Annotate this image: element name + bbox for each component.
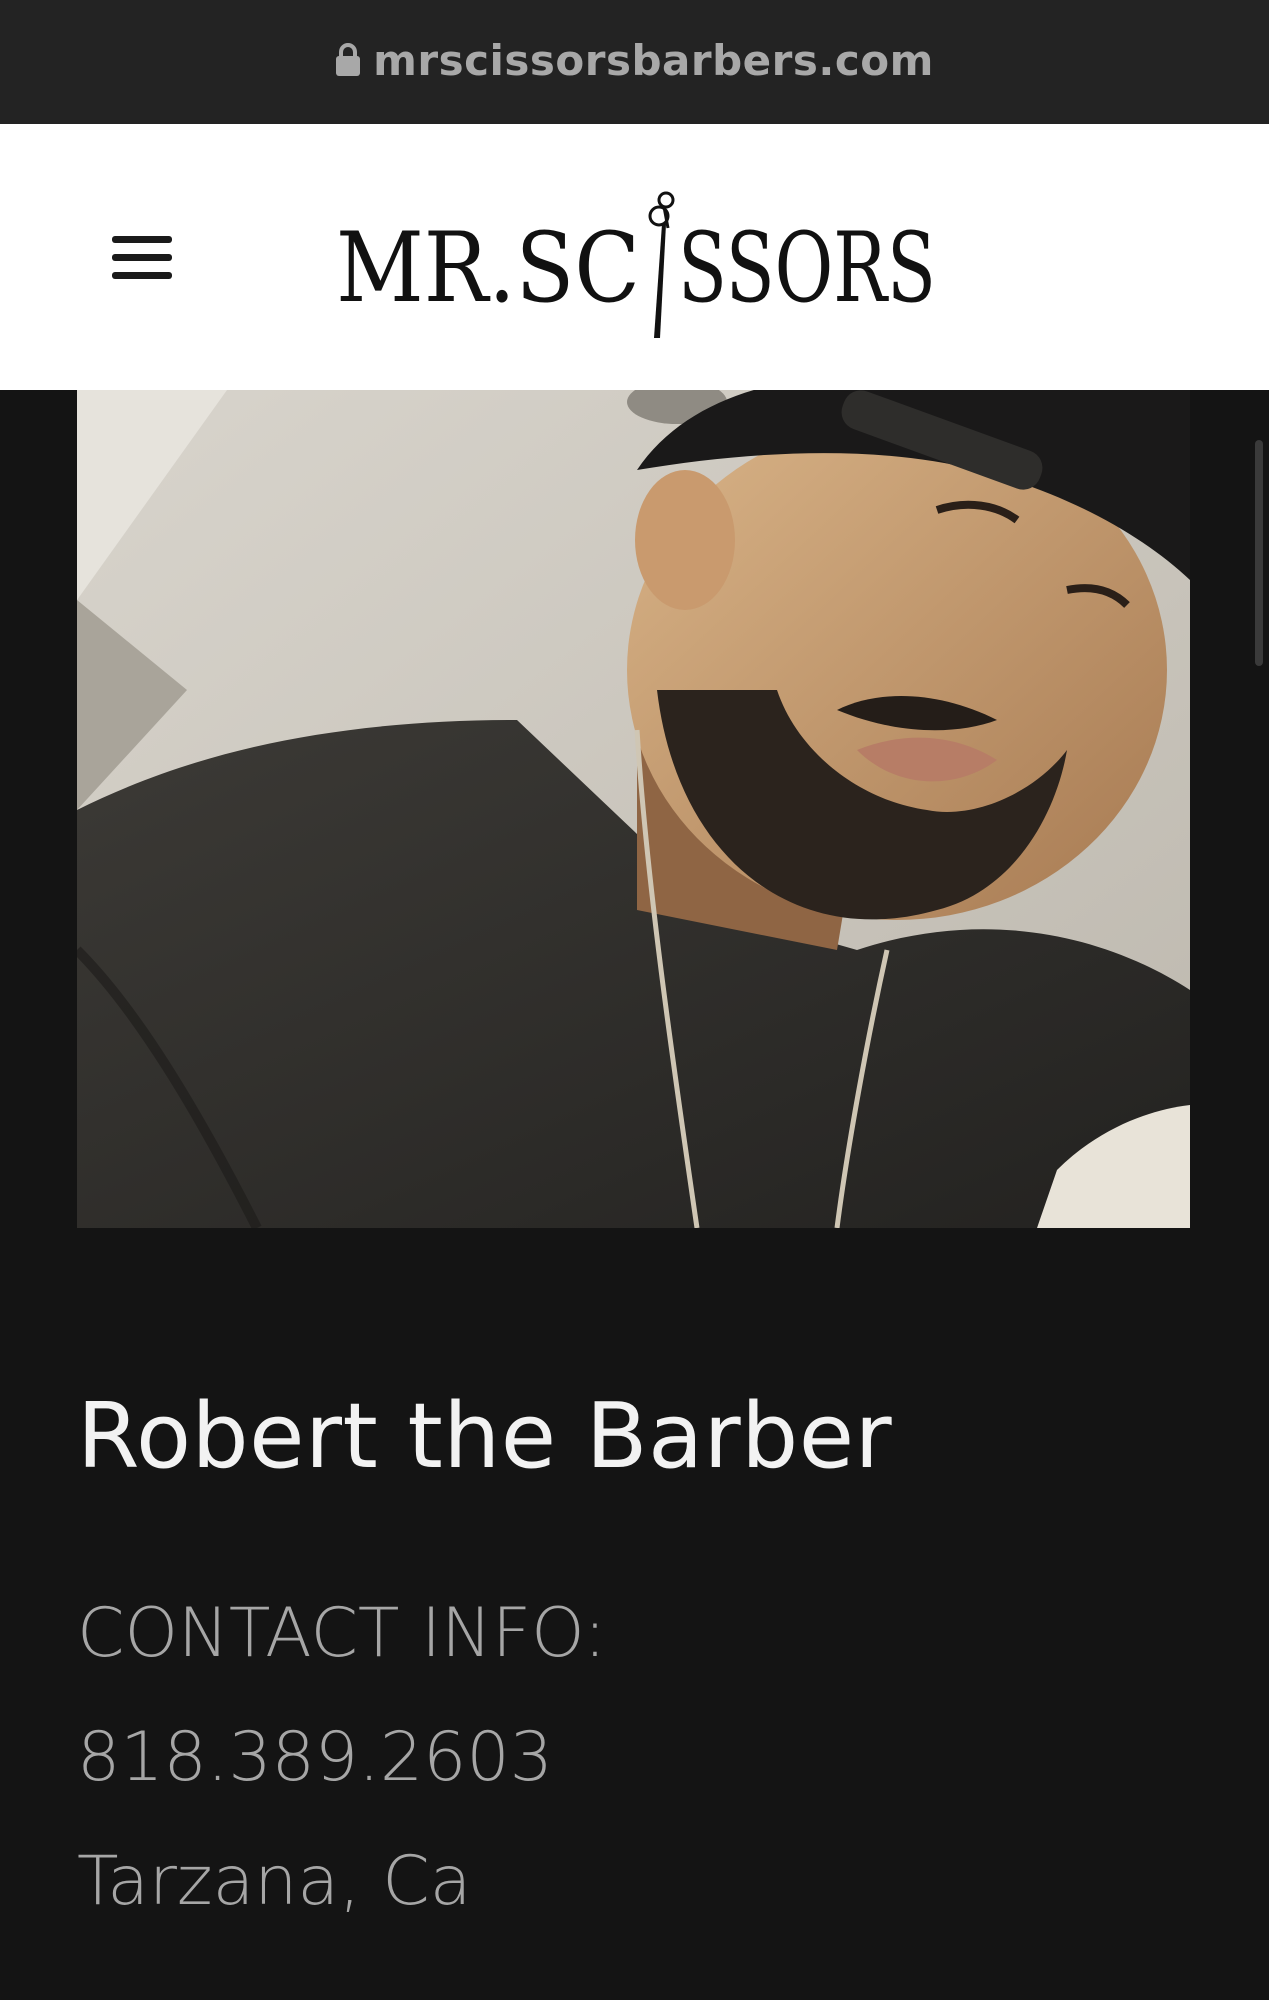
url-display[interactable]: mrscissorsbarbers.com [335,36,934,85]
logo-text-right: SSORS [678,212,936,324]
hamburger-menu-icon[interactable] [108,230,176,286]
site-header: MR.SC SSORS [0,124,1269,390]
lock-icon [336,43,361,76]
browser-url-bar[interactable]: mrscissorsbarbers.com [0,0,1269,124]
barber-name: Robert the Barber [77,1384,893,1489]
url-text: mrscissorsbarbers.com [373,35,934,85]
contact-location: Tarzana, Ca [77,1842,472,1921]
scissors-icon [648,191,675,338]
contact-phone-link[interactable]: 818.389.2603 [77,1718,553,1797]
contact-info-heading: CONTACT INFO: [77,1594,607,1673]
barber-portrait-photo [77,390,1190,1228]
site-logo[interactable]: MR.SC SSORS [336,178,936,338]
logo-text-left: MR.SC [336,212,640,324]
scrollbar-thumb[interactable] [1255,440,1263,666]
